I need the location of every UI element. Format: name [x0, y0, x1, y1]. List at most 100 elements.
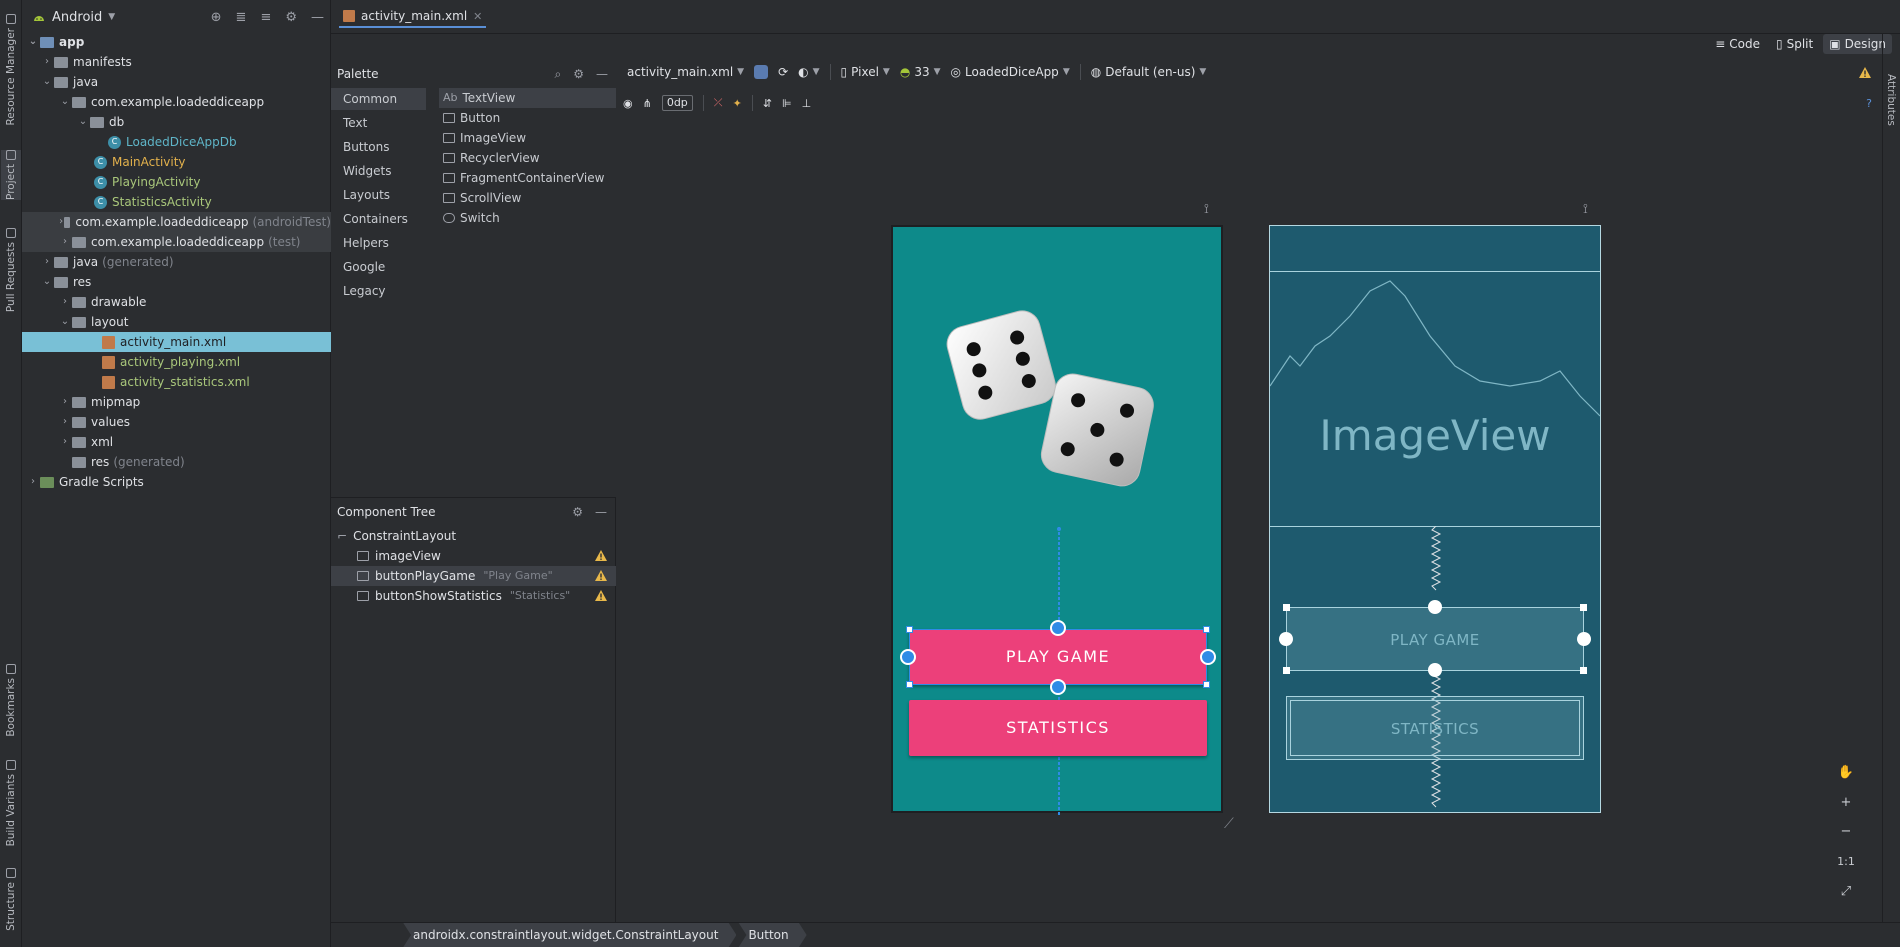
statistics-button[interactable]: STATISTICS [909, 700, 1207, 756]
warning-icon[interactable] [1858, 66, 1872, 79]
tree-item-res[interactable]: ⌄ res [40, 272, 92, 292]
split-view-button[interactable]: ▯ Split [1770, 34, 1819, 54]
attributes-tab[interactable]: Attributes [1885, 74, 1897, 126]
palette-item-recyclerview[interactable]: RecyclerView [439, 148, 540, 168]
resize-handle[interactable] [1580, 604, 1587, 611]
palette-category-google[interactable]: Google [331, 256, 426, 278]
palette-category-widgets[interactable]: Widgets [331, 160, 426, 182]
constraint-anchor-bottom[interactable] [1428, 663, 1442, 677]
infer-constraints-icon[interactable]: ✦ [733, 97, 742, 110]
tree-item-mipmap[interactable]: › mipmap [58, 392, 140, 412]
breadcrumb-constraintlayout[interactable]: androidx.constraintlayout.widget.Constra… [403, 923, 736, 947]
resize-handle[interactable] [1203, 626, 1210, 633]
project-view-selector[interactable]: Android [52, 10, 102, 25]
tree-item-java-generated[interactable]: › java (generated) [40, 252, 174, 272]
zoom-reset-button[interactable]: 1:1 [1834, 851, 1858, 873]
tree-item-loadeddiceappdb[interactable]: C LoadedDiceAppDb [108, 132, 237, 152]
editor-tab-activity-main[interactable]: activity_main.xml ✕ [339, 6, 487, 28]
locale-selector[interactable]: ◍ Default (en-us) ▼ [1091, 65, 1207, 79]
component-imageview[interactable]: imageView [331, 546, 616, 566]
breadcrumb-button[interactable]: Button [738, 923, 806, 947]
tree-item-activity-statistics[interactable]: activity_statistics.xml [102, 372, 250, 392]
constraint-anchor-top[interactable] [1428, 600, 1442, 614]
chevron-down-icon[interactable]: ▼ [108, 12, 115, 22]
layers-icon[interactable] [754, 65, 769, 79]
palette-category-text[interactable]: Text [331, 112, 426, 134]
minimize-icon[interactable]: — [595, 505, 607, 519]
blueprint-statistics-button[interactable]: STATISTICS [1286, 696, 1584, 760]
palette-item-fragmentcontainerview[interactable]: FragmentContainerView [439, 168, 604, 188]
tree-item-statisticsactivity[interactable]: C StatisticsActivity [94, 192, 212, 212]
collapse-all-icon[interactable]: ≡ [260, 10, 271, 25]
project-tab[interactable]: Project [1, 150, 21, 200]
orientation-button[interactable]: ⟳ [778, 65, 788, 79]
warning-icon[interactable] [594, 589, 608, 602]
constraint-anchor-top[interactable] [1050, 620, 1066, 636]
pull-requests-tab[interactable]: Pull Requests [1, 228, 21, 312]
help-icon[interactable]: ? [1866, 97, 1872, 110]
pin-icon[interactable]: ⟟ [1583, 202, 1588, 217]
component-constraintlayout[interactable]: ⌐ ConstraintLayout [331, 526, 616, 546]
tree-item-package[interactable]: ⌄ com.example.loadeddiceapp [58, 92, 264, 112]
constraint-anchor-right[interactable] [1577, 632, 1591, 646]
search-icon[interactable]: ⌕ [555, 67, 562, 82]
guidelines-icon[interactable]: ⊥ [802, 97, 812, 110]
resize-handle[interactable] [906, 626, 913, 633]
tree-item-res-generated[interactable]: res (generated) [72, 452, 185, 472]
tree-item-java[interactable]: ⌄ java [40, 72, 98, 92]
tree-item-layout[interactable]: ⌄ layout [58, 312, 129, 332]
tree-item-drawable[interactable]: › drawable [58, 292, 146, 312]
pack-icon[interactable]: ⇵ [763, 97, 772, 110]
zoom-fit-icon[interactable]: ⤢ [1834, 880, 1858, 902]
tree-item-gradle-scripts[interactable]: › Gradle Scripts [26, 472, 144, 492]
warning-icon[interactable] [594, 569, 608, 582]
component-buttonshowstatistics[interactable]: buttonShowStatistics "Statistics" [331, 586, 616, 606]
theme-selector[interactable]: ◎ LoadedDiceApp ▼ [951, 65, 1070, 79]
build-variants-tab[interactable]: Build Variants [1, 760, 21, 846]
tree-item-manifests[interactable]: › manifests [40, 52, 132, 72]
palette-item-imageview[interactable]: ImageView [439, 128, 526, 148]
default-margin-field[interactable]: 0dp [661, 95, 693, 111]
blueprint-play-game-button[interactable]: PLAY GAME [1286, 607, 1584, 671]
tree-item-playingactivity[interactable]: C PlayingActivity [94, 172, 200, 192]
night-mode-button[interactable]: ◐ ▼ [798, 65, 819, 79]
gear-icon[interactable]: ⚙ [573, 67, 584, 82]
gear-icon[interactable]: ⚙ [572, 505, 583, 519]
constraint-anchor-right[interactable] [1200, 649, 1216, 665]
design-preview-screen[interactable]: PLAY GAME STATISTICS [891, 225, 1223, 815]
component-buttonplaygame[interactable]: buttonPlayGame "Play Game" [331, 566, 616, 586]
palette-category-helpers[interactable]: Helpers [331, 232, 426, 254]
structure-tab[interactable]: Structure [1, 868, 21, 931]
tree-item-mainactivity[interactable]: C MainActivity [94, 152, 186, 172]
device-selector[interactable]: ▯ Pixel ▼ [841, 65, 890, 79]
magnet-icon[interactable]: ⋔ [643, 97, 652, 110]
warning-icon[interactable] [594, 549, 608, 562]
palette-item-textview[interactable]: Ab TextView [439, 88, 616, 108]
pin-icon[interactable]: ⟟ [1204, 202, 1209, 217]
tree-item-activity-main[interactable]: activity_main.xml [22, 332, 331, 352]
api-selector[interactable]: ◓ 33 ▼ [900, 65, 941, 79]
resize-handle[interactable] [1283, 667, 1290, 674]
constraint-anchor-left[interactable] [900, 649, 916, 665]
tree-item-xml[interactable]: › xml [58, 432, 113, 452]
bookmarks-tab[interactable]: Bookmarks [1, 664, 21, 737]
palette-category-common[interactable]: Common [331, 88, 426, 110]
tree-item-activity-playing[interactable]: activity_playing.xml [102, 352, 240, 372]
resize-handle[interactable] [1580, 667, 1587, 674]
palette-item-switch[interactable]: Switch [439, 208, 500, 228]
expand-all-icon[interactable]: ≣ [236, 10, 247, 25]
palette-item-button[interactable]: Button [439, 108, 500, 128]
constraint-anchor-left[interactable] [1279, 632, 1293, 646]
resize-handle[interactable] [1203, 681, 1210, 688]
code-view-button[interactable]: ≡ Code [1709, 34, 1766, 54]
palette-category-legacy[interactable]: Legacy [331, 280, 426, 302]
align-icon[interactable]: ⊫ [782, 97, 792, 110]
resize-handle[interactable] [906, 681, 913, 688]
palette-category-layouts[interactable]: Layouts [331, 184, 426, 206]
minimize-icon[interactable]: — [596, 67, 608, 82]
tree-item-test[interactable]: › com.example.loadeddiceapp (test) [22, 232, 331, 252]
file-selector[interactable]: activity_main.xml ▼ [627, 65, 744, 79]
dice-image[interactable] [933, 302, 1173, 502]
gear-icon[interactable]: ⚙ [285, 10, 297, 25]
palette-category-containers[interactable]: Containers [331, 208, 426, 230]
